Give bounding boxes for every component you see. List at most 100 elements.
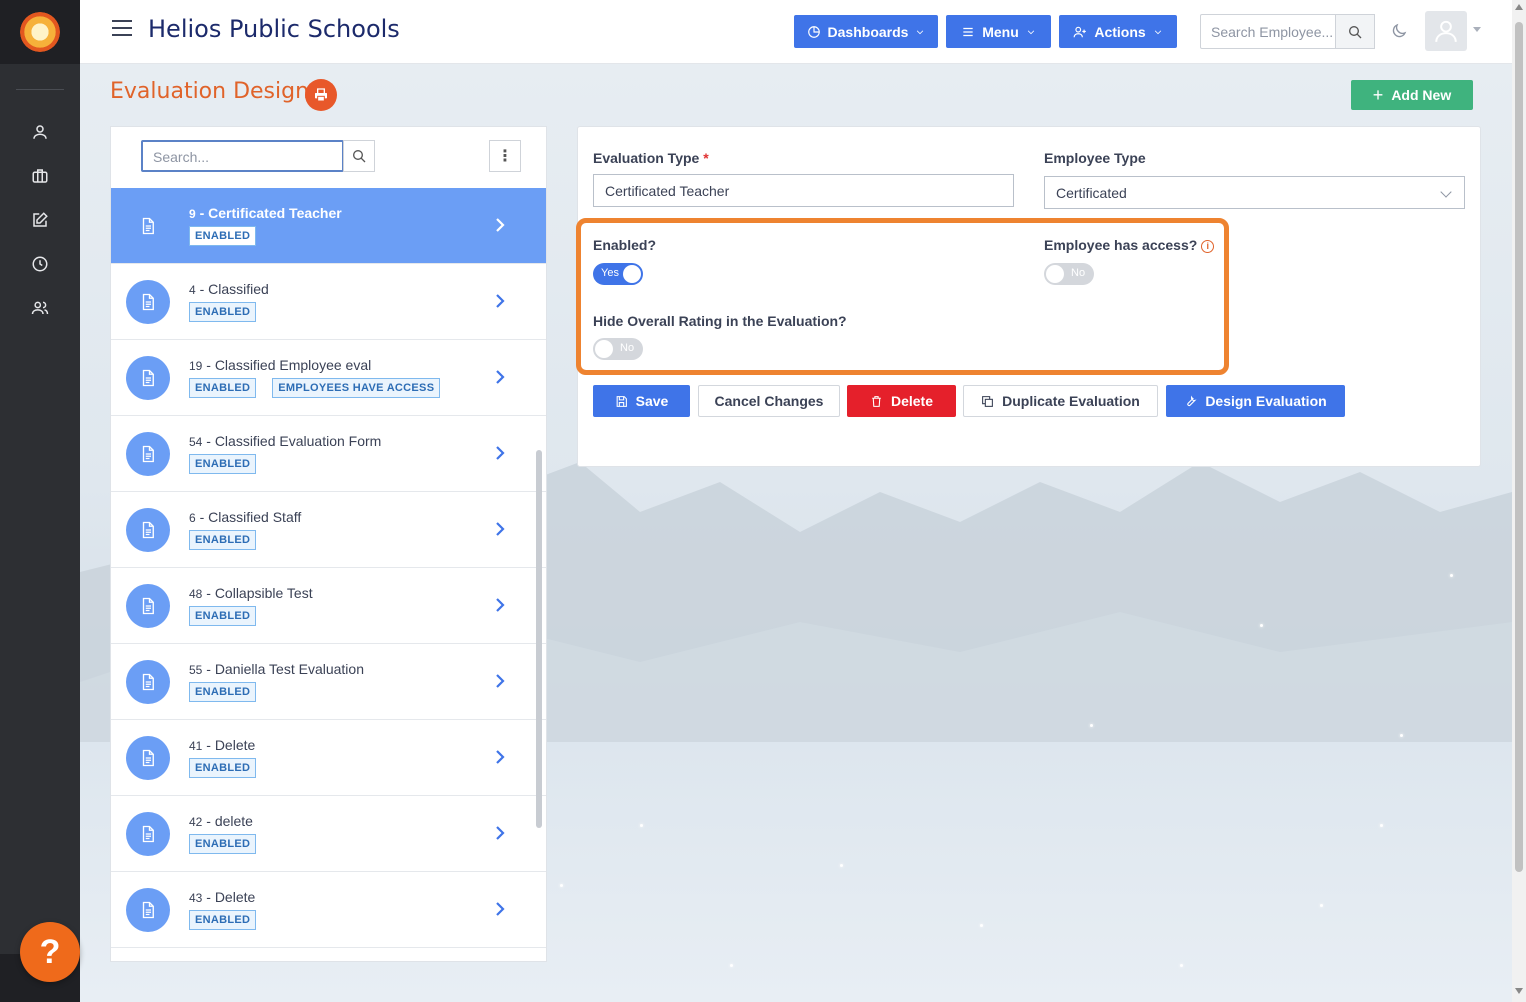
save-button[interactable]: Save [593,385,690,417]
info-icon[interactable]: i [1201,240,1215,253]
chevron-right-icon[interactable] [495,370,505,384]
avatar[interactable] [1425,11,1467,51]
list-item-badges: ENABLED [189,682,257,702]
cancel-changes-button[interactable]: Cancel Changes [698,385,840,417]
status-badge: ENABLED [189,910,257,930]
actions-button[interactable]: Actions [1059,15,1177,48]
status-badge: ENABLED [189,302,257,322]
nav-person[interactable] [0,110,80,154]
help-label: ? [39,932,61,971]
required-marker: * [703,150,709,166]
pie-chart-icon [807,25,820,38]
chevron-right-icon[interactable] [495,826,505,840]
trash-icon [872,395,881,407]
chevron-right-icon[interactable] [495,598,505,612]
document-icon [126,432,170,476]
scroll-up-icon[interactable] [1515,4,1523,10]
employee-type-label: Employee Type [1044,150,1146,166]
chevron-down-icon [917,29,924,34]
delete-label: Delete [890,393,934,409]
employee-type-select[interactable]: Certificated [1044,176,1465,209]
nav-people[interactable] [0,286,80,330]
list-search-button[interactable] [343,140,375,172]
list-item[interactable]: 43 - Delete ENABLED [111,872,546,948]
list-item-number: 6 [189,511,196,525]
employee-search-button[interactable] [1335,14,1375,49]
evaluation-list: 9 - Certificated Teacher ENABLED 4 - Cla… [111,188,546,948]
floppy-icon [616,395,627,407]
chevron-right-icon[interactable] [495,522,505,536]
nav-history[interactable] [0,242,80,286]
save-label: Save [635,393,669,409]
status-badge: ENABLED [189,378,257,398]
list-item-title: 54 - Classified Evaluation Form [189,433,382,449]
search-icon [1349,25,1362,38]
page-scrollbar[interactable] [1512,0,1526,1002]
list-item-title: 43 - Delete [189,889,256,905]
list-item[interactable]: 41 - Delete ENABLED [111,720,546,796]
add-new-button[interactable]: + Add New [1351,80,1473,110]
document-icon [126,736,170,780]
employee-search-input[interactable]: Search Employee... [1200,14,1336,49]
dashboards-label: Dashboards [827,23,909,40]
brand-title: Helios Public Schools [148,15,400,43]
users-icon [31,301,49,315]
chevron-down-icon [1027,29,1034,34]
help-button[interactable]: ? [20,922,80,982]
list-item-badges: ENABLED [189,606,257,626]
chevron-right-icon[interactable] [495,218,505,232]
list-item-badges: ENABLED [189,910,257,930]
moon-icon[interactable] [1390,22,1408,40]
delete-button[interactable]: Delete [847,385,956,417]
scroll-down-icon[interactable] [1515,988,1523,994]
employee-access-toggle[interactable]: No [1044,263,1094,285]
list-search-input[interactable]: Search... [141,140,344,172]
list-item[interactable]: 48 - Collapsible Test ENABLED [111,568,546,644]
list-item-number: 42 [189,815,203,829]
evaluation-list-panel: Search... ⋮ 9 - Certificated Teacher ENA… [110,126,547,962]
chevron-right-icon[interactable] [495,674,505,688]
list-item[interactable]: 6 - Classified Staff ENABLED [111,492,546,568]
user-icon [33,125,47,139]
wrench-icon [1187,394,1197,406]
list-item[interactable]: 55 - Daniella Test Evaluation ENABLED [111,644,546,720]
status-badge: EMPLOYEES HAVE ACCESS [272,378,441,398]
scrollbar-thumb[interactable] [1515,22,1523,872]
list-scrollbar[interactable] [536,450,542,828]
list-item-badges: ENABLED EMPLOYEES HAVE ACCESS [189,378,441,398]
print-button[interactable] [305,79,337,111]
list-item-number: 55 [189,663,203,677]
menu-button[interactable]: Menu [946,15,1051,48]
chevron-right-icon[interactable] [495,750,505,764]
chevron-right-icon[interactable] [495,902,505,916]
list-item[interactable]: 42 - delete ENABLED [111,796,546,872]
hide-rating-label: Hide Overall Rating in the Evaluation? [593,313,847,329]
enabled-toggle[interactable]: Yes [593,263,643,285]
school-logo[interactable] [0,0,80,64]
hamburger-icon[interactable] [112,20,132,36]
caret-down-icon[interactable] [1473,27,1481,32]
nav-edit[interactable] [0,198,80,242]
chevron-right-icon[interactable] [495,294,505,308]
list-item-number: 54 [189,435,203,449]
design-evaluation-button[interactable]: Design Evaluation [1166,385,1345,417]
list-item[interactable]: 19 - Classified Employee eval ENABLED EMP… [111,340,546,416]
hide-rating-toggle[interactable]: No [593,338,643,360]
list-item-badges: ENABLED [189,530,257,550]
user-plus-icon [1073,26,1087,37]
list-item[interactable]: 9 - Certificated Teacher ENABLED [111,188,546,264]
list-item-number: 43 [189,891,203,905]
list-item-badges: ENABLED [189,302,257,322]
list-item[interactable]: 54 - Classified Evaluation Form ENABLED [111,416,546,492]
dashboards-button[interactable]: Dashboards [794,15,938,48]
eval-type-input[interactable]: Certificated Teacher [593,174,1014,207]
duplicate-evaluation-button[interactable]: Duplicate Evaluation [963,385,1158,417]
status-badge: ENABLED [189,758,257,778]
actions-label: Actions [1094,23,1146,40]
nav-briefcase[interactable] [0,154,80,198]
more-options-icon[interactable]: ⋮ [489,140,521,172]
list-item[interactable]: 4 - Classified ENABLED [111,264,546,340]
menu-label: Menu [982,23,1019,40]
list-item-title: 6 - Classified Staff [189,509,302,525]
chevron-right-icon[interactable] [495,446,505,460]
